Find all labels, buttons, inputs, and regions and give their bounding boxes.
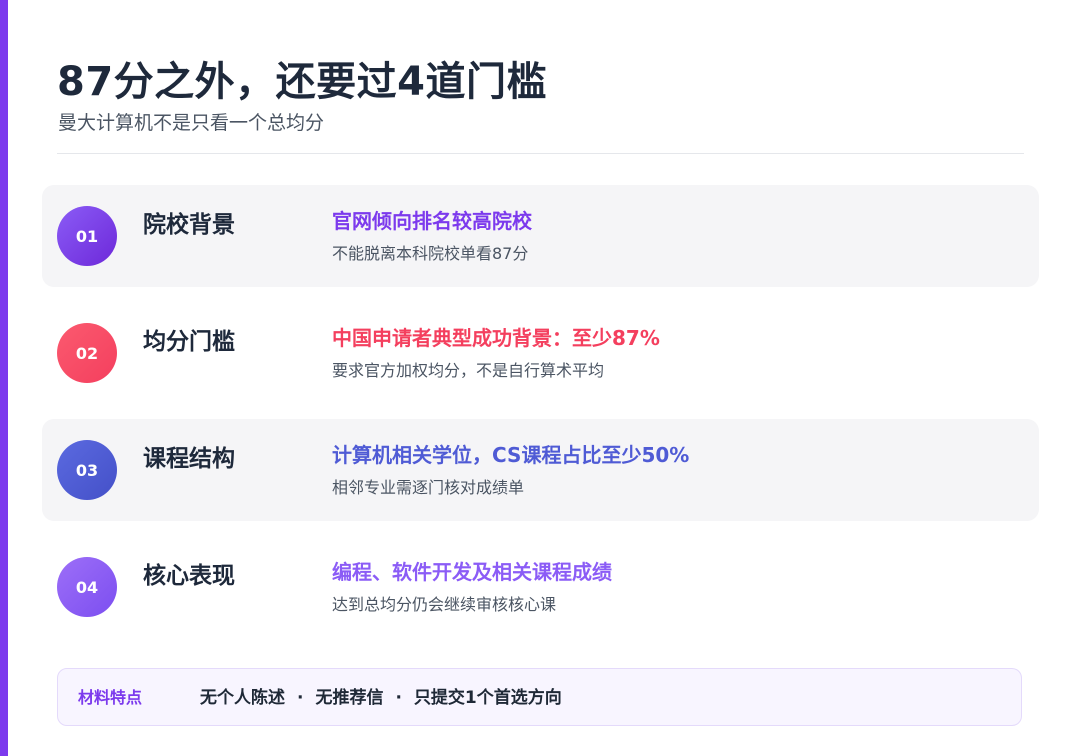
criteria-description: 要求官方加权均分，不是自行算术平均 — [332, 361, 605, 380]
criteria-headline: 计算机相关学位，CS课程占比至少50% — [332, 443, 690, 467]
page-title: 87分之外，还要过4道门槛 — [57, 59, 547, 105]
number-badge: 01 — [57, 206, 117, 266]
criteria-row-1: 01 院校背景 官网倾向排名较高院校 不能脱离本科院校单看87分 — [42, 185, 1039, 287]
number-badge: 03 — [57, 440, 117, 500]
criteria-headline: 官网倾向排名较高院校 — [332, 209, 532, 233]
criteria-description: 不能脱离本科院校单看87分 — [332, 244, 529, 263]
footer-separator: · — [395, 688, 402, 708]
criteria-label: 院校背景 — [143, 212, 235, 238]
footer-item: 无推荐信 — [315, 688, 384, 708]
criteria-description: 相邻专业需逐门核对成绩单 — [332, 478, 525, 497]
materials-footer: 材料特点 无个人陈述 · 无推荐信 · 只提交1个首选方向 — [57, 668, 1022, 726]
criteria-label: 均分门槛 — [143, 329, 235, 355]
criteria-headline: 中国申请者典型成功背景：至少87% — [332, 326, 660, 350]
criteria-row-3: 03 课程结构 计算机相关学位，CS课程占比至少50% 相邻专业需逐门核对成绩单 — [42, 419, 1039, 521]
criteria-label: 课程结构 — [143, 446, 235, 472]
criteria-description: 达到总均分仍会继续审核核心课 — [332, 595, 557, 614]
number-badge: 02 — [57, 323, 117, 383]
number-badge: 04 — [57, 557, 117, 617]
footer-label: 材料特点 — [78, 688, 143, 707]
footer-separator: · — [297, 688, 304, 708]
left-accent-bar — [0, 0, 8, 756]
footer-item: 无个人陈述 — [200, 688, 285, 708]
page-subtitle: 曼大计算机不是只看一个总均分 — [58, 112, 325, 134]
header-divider — [57, 153, 1024, 154]
footer-item: 只提交1个首选方向 — [413, 688, 562, 708]
criteria-label: 核心表现 — [143, 563, 235, 589]
criteria-row-2: 02 均分门槛 中国申请者典型成功背景：至少87% 要求官方加权均分，不是自行算… — [42, 302, 1039, 404]
criteria-row-4: 04 核心表现 编程、软件开发及相关课程成绩 达到总均分仍会继续审核核心课 — [42, 536, 1039, 638]
footer-items: 无个人陈述 · 无推荐信 · 只提交1个首选方向 — [200, 686, 562, 710]
criteria-headline: 编程、软件开发及相关课程成绩 — [332, 560, 612, 584]
